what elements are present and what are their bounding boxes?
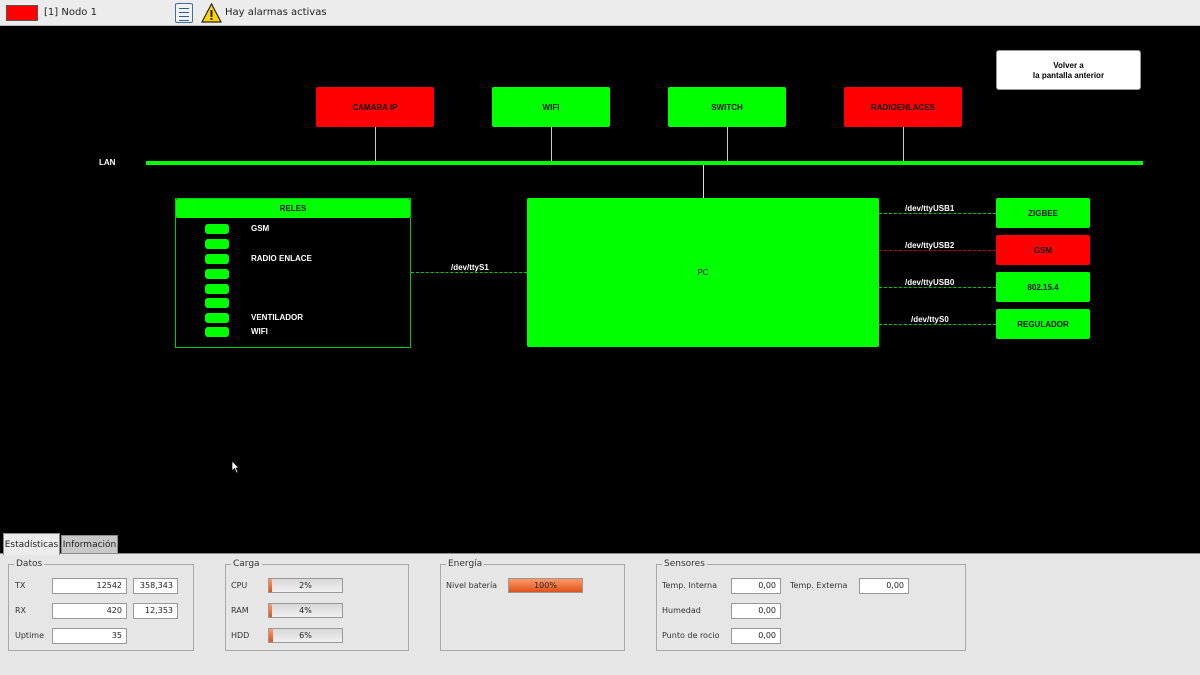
reles-title: RELES	[176, 199, 410, 218]
relay-indicator[interactable]	[205, 298, 229, 308]
serial-device-gsm[interactable]: GSM	[996, 235, 1090, 265]
serial-link	[879, 324, 996, 325]
reles-panel: RELES GSM RADIO ENLACE VENTILADOR WIFI	[175, 198, 411, 348]
lan-device-wifi[interactable]: WIFI	[492, 87, 610, 127]
rx-label: RX	[15, 606, 27, 615]
relay-label: GSM	[251, 224, 270, 233]
cpu-progress-bar: 2%	[268, 578, 343, 593]
tab-informacion[interactable]: Información	[61, 535, 118, 554]
port-label: /dev/ttyS0	[911, 315, 949, 324]
relay-label: WIFI	[251, 327, 268, 336]
battery-progress-text: 100%	[534, 581, 557, 590]
uptime-label: Uptime	[15, 631, 45, 640]
group-title: Energía	[446, 559, 485, 569]
lan-link-line	[903, 127, 904, 161]
rx-field[interactable]: 420	[52, 603, 127, 619]
ram-progress-text: 4%	[299, 606, 312, 615]
relay-indicator[interactable]	[205, 313, 229, 323]
lan-device-switch[interactable]: SWITCH	[668, 87, 786, 127]
relay-indicator[interactable]	[205, 327, 229, 337]
tx-field[interactable]: 12542	[52, 578, 127, 594]
battery-label: Nivel batería	[446, 581, 498, 590]
node-label: [1] Nodo 1	[44, 7, 97, 18]
warning-triangle-icon[interactable]	[201, 3, 222, 23]
serial-device-label: 802.15.4	[1027, 282, 1059, 292]
serial-device-label: REGULADOR	[1017, 319, 1069, 329]
punto-rocio-field[interactable]: 0,00	[731, 628, 781, 644]
serial-link	[879, 250, 996, 251]
lan-device-camara-ip[interactable]: CAMARA IP	[316, 87, 434, 127]
rx-rate-field[interactable]: 12,353	[133, 603, 178, 619]
battery-progress-bar: 100%	[508, 578, 583, 593]
group-title: Datos	[14, 559, 45, 569]
port-label: /dev/ttyS1	[451, 263, 489, 272]
group-sensores: Sensores Temp. Interna 0,00 Temp. Extern…	[656, 559, 966, 651]
lan-device-label: WIFI	[542, 102, 560, 112]
node-status-indicator[interactable]	[6, 5, 38, 21]
group-carga: Carga CPU 2% RAM 4% HDD 6%	[225, 559, 409, 651]
group-title: Sensores	[662, 559, 707, 569]
relay-indicator[interactable]	[205, 239, 229, 249]
port-label: /dev/ttyUSB0	[905, 278, 955, 287]
lan-link-line	[375, 127, 376, 161]
alarm-message: Hay alarmas activas	[225, 7, 327, 18]
punto-rocio-label: Punto de rocio	[662, 631, 720, 640]
serial-link	[879, 213, 996, 214]
relay-label: RADIO ENLACE	[251, 254, 312, 263]
serial-device-label: GSM	[1033, 245, 1053, 255]
temp-interna-field[interactable]: 0,00	[731, 578, 781, 594]
group-datos: Datos TX 12542 358,343 RX 420 12,353 Upt…	[8, 559, 194, 651]
lan-label: LAN	[99, 158, 116, 167]
uptime-field[interactable]: 35	[52, 628, 127, 644]
ram-label: RAM	[231, 606, 249, 615]
lan-device-label: RADIOENLACES	[870, 102, 935, 112]
hdd-progress-bar: 6%	[268, 628, 343, 643]
relay-label: VENTILADOR	[251, 313, 303, 322]
humedad-label: Humedad	[662, 606, 701, 615]
notepad-icon[interactable]	[175, 3, 193, 23]
top-bar: [1] Nodo 1 Hay alarmas activas	[0, 0, 1200, 26]
port-label: /dev/ttyUSB2	[905, 241, 955, 250]
cpu-label: CPU	[231, 581, 248, 590]
group-energia: Energía Nivel batería 100%	[440, 559, 625, 651]
relay-indicator[interactable]	[205, 254, 229, 264]
pc-lan-link	[703, 165, 704, 198]
humedad-field[interactable]: 0,00	[731, 603, 781, 619]
serial-link	[879, 287, 996, 288]
relay-indicator[interactable]	[205, 224, 229, 234]
tx-rate-field[interactable]: 358,343	[133, 578, 178, 594]
port-label: /dev/ttyUSB1	[905, 204, 955, 213]
hdd-progress-text: 6%	[299, 631, 312, 640]
group-title: Carga	[231, 559, 262, 569]
ram-progress-bar: 4%	[268, 603, 343, 618]
lan-link-line	[551, 127, 552, 161]
pc-label: PC	[697, 268, 709, 277]
lan-bus	[146, 161, 1143, 165]
temp-externa-label: Temp. Externa	[790, 581, 848, 590]
serial-device-regulador[interactable]: REGULADOR	[996, 309, 1090, 339]
temp-interna-label: Temp. Interna	[662, 581, 718, 590]
relay-indicator[interactable]	[205, 269, 229, 279]
back-button[interactable]: Volver a la pantalla anterior	[996, 50, 1141, 90]
lan-device-label: CAMARA IP	[352, 102, 398, 112]
cpu-progress-text: 2%	[299, 581, 312, 590]
reles-serial-link	[411, 272, 527, 273]
relay-indicator[interactable]	[205, 284, 229, 294]
stats-panel: Datos TX 12542 358,343 RX 420 12,353 Upt…	[0, 553, 1200, 675]
temp-externa-field[interactable]: 0,00	[859, 578, 909, 594]
lan-link-line	[727, 127, 728, 161]
serial-device-label: ZIGBEE	[1028, 208, 1058, 218]
serial-device-802-15-4[interactable]: 802.15.4	[996, 272, 1090, 302]
tab-estadisticas[interactable]: Estadísticas	[3, 533, 60, 555]
tx-label: TX	[15, 581, 26, 590]
hdd-label: HDD	[231, 631, 250, 640]
mouse-cursor-icon	[231, 460, 240, 474]
lan-device-label: SWITCH	[711, 102, 743, 112]
pc-node[interactable]: PC	[527, 198, 879, 347]
serial-device-zigbee[interactable]: ZIGBEE	[996, 198, 1090, 228]
lan-device-radioenlaces[interactable]: RADIOENLACES	[844, 87, 962, 127]
